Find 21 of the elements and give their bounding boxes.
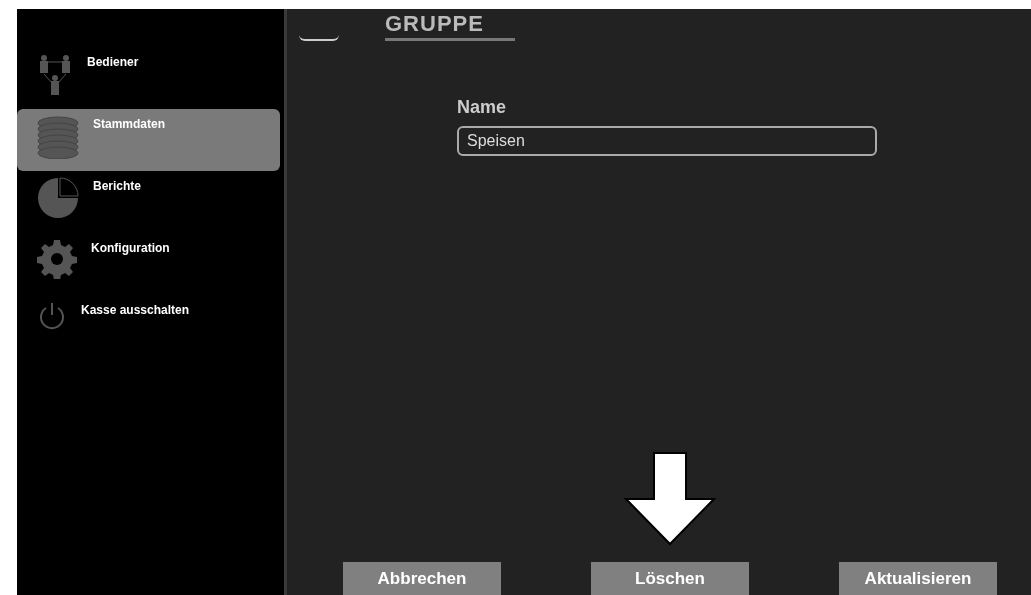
field-label: Name xyxy=(457,97,508,118)
sidebar-item[interactable]: Konfiguration xyxy=(17,233,280,295)
power-icon xyxy=(37,301,67,331)
action-button[interactable]: Abbrechen xyxy=(343,562,501,595)
sidebar-item[interactable]: Berichte xyxy=(17,171,280,233)
pie-chart-icon xyxy=(37,177,79,219)
name-input[interactable]: Speisen xyxy=(457,126,877,156)
sidebar-item-label: Bediener xyxy=(87,55,139,69)
sidebar-item-label: Kasse ausschalten xyxy=(81,303,190,317)
action-button[interactable]: Aktualisieren xyxy=(839,562,997,595)
sidebar-item-label: Stammdaten xyxy=(93,117,166,131)
sidebar-item-label: Berichte xyxy=(93,179,142,193)
sidebar-item[interactable]: Stammdaten xyxy=(17,109,280,171)
sidebar-item[interactable]: Bediener xyxy=(17,47,280,109)
page-title: GRUPPE xyxy=(385,12,515,41)
sidebar-item-label: Konfiguration xyxy=(91,241,170,255)
action-button[interactable]: Löschen xyxy=(591,562,749,595)
people-icon xyxy=(37,53,73,97)
sidebar-item[interactable]: Kasse ausschalten xyxy=(17,295,280,357)
database-icon xyxy=(37,115,79,159)
gear-icon xyxy=(37,239,77,279)
